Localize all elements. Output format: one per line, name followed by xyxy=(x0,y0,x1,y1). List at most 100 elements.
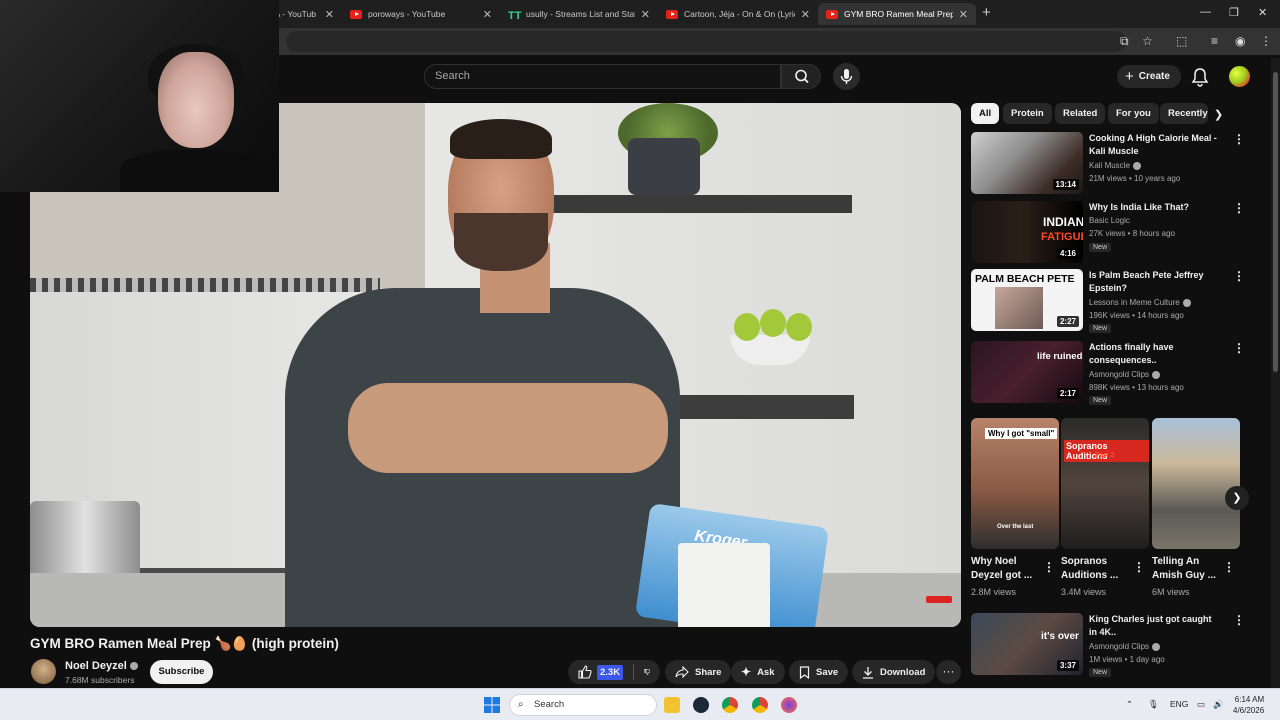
close-icon[interactable]: ✕ xyxy=(801,8,810,21)
short-title[interactable]: Telling An Amish Guy ... xyxy=(1152,555,1224,583)
taskbar-search[interactable]: ⌕ Search xyxy=(509,694,657,716)
recommended-video[interactable]: INDIAN FATIGUE 4:16 Why Is India Like Th… xyxy=(971,201,1245,263)
short-thumbnail[interactable] xyxy=(1152,418,1240,549)
cast-icon[interactable]: ⧉ xyxy=(1120,34,1129,49)
channel-label[interactable]: Lessons in Meme Culture xyxy=(1089,298,1180,307)
kebab-menu-icon[interactable]: ⋮ xyxy=(1043,560,1055,574)
volume-icon[interactable]: 🔊 xyxy=(1213,699,1224,710)
close-icon[interactable]: ✕ xyxy=(483,8,492,21)
extensions-icon[interactable]: ⬚ xyxy=(1176,34,1187,48)
new-tab-button[interactable]: + xyxy=(982,4,991,21)
chevron-right-icon[interactable]: ❯ xyxy=(1214,108,1223,121)
kebab-menu-icon[interactable]: ⋮ xyxy=(1233,132,1245,146)
recommended-video[interactable]: 13:14 Cooking A High Calorie Meal - Kali… xyxy=(971,132,1245,194)
video-thumbnail[interactable]: life ruined 2:17 xyxy=(971,341,1083,403)
recommended-title[interactable]: Actions finally have consequences.. xyxy=(1089,341,1221,367)
kebab-menu-icon[interactable]: ⋮ xyxy=(1133,560,1145,574)
search-button[interactable] xyxy=(781,64,821,89)
recommended-video[interactable]: life ruined 2:17 Actions finally have co… xyxy=(971,341,1245,405)
voice-search-button[interactable] xyxy=(833,63,860,90)
ask-label: Ask xyxy=(757,666,775,678)
kebab-menu-icon[interactable]: ⋮ xyxy=(1233,341,1245,355)
channel-label[interactable]: Kali Muscle xyxy=(1089,161,1130,170)
minimize-icon[interactable]: — xyxy=(1200,6,1211,18)
browser-tab[interactable]: Cartoon, Jéja - On & On (Lyrics) ✕ xyxy=(658,3,818,25)
kebab-menu-icon[interactable]: ⋮ xyxy=(1233,201,1245,215)
video-thumbnail[interactable]: 13:14 xyxy=(971,132,1083,194)
ask-button[interactable]: ✦ Ask xyxy=(731,660,785,684)
video-thumbnail[interactable]: INDIAN FATIGUE 4:16 xyxy=(971,201,1083,263)
address-bar[interactable] xyxy=(286,31,1126,52)
chrome-icon[interactable] xyxy=(722,697,738,713)
browser-tab[interactable]: poroways - YouTube ✕ xyxy=(342,3,500,25)
chip-all[interactable]: All xyxy=(971,103,1000,124)
recommended-channel[interactable]: Basic Logic xyxy=(1089,216,1130,225)
browser-tab[interactable]: TT usully - Streams List and Statistic ✕ xyxy=(500,3,658,25)
restore-icon[interactable]: ❐ xyxy=(1229,6,1239,19)
save-button[interactable]: Save xyxy=(789,660,849,684)
chip-related[interactable]: Related xyxy=(1055,103,1106,124)
bookmark-star-icon[interactable]: ☆ xyxy=(1142,34,1153,48)
channel-label[interactable]: Asmongold Clips xyxy=(1089,642,1149,651)
profile-icon[interactable]: ◉ xyxy=(1235,34,1245,48)
like-button[interactable]: 2.3K xyxy=(578,664,624,680)
chevron-right-icon[interactable]: ❯ xyxy=(1225,486,1249,510)
thumbs-down-icon[interactable] xyxy=(643,665,650,679)
microphone-icon[interactable]: 🎙 xyxy=(1148,699,1159,710)
short-thumbnail[interactable]: Sopranos Auditions Part 2 xyxy=(1061,418,1149,549)
recommended-title[interactable]: Cooking A High Calorie Meal - Kali Muscl… xyxy=(1089,132,1221,158)
channel-label[interactable]: Asmongold Clips xyxy=(1089,370,1149,379)
file-explorer-icon[interactable] xyxy=(664,697,680,713)
taskbar-clock[interactable]: 6:14 AM 4/6/2026 xyxy=(1233,694,1264,716)
search-input[interactable]: Search xyxy=(424,64,781,89)
channel-avatar[interactable] xyxy=(31,659,56,684)
recommended-channel[interactable]: Lessons in Meme Culture xyxy=(1089,298,1191,307)
kebab-menu-icon[interactable]: ⋮ xyxy=(1233,269,1245,283)
media-icon[interactable]: ≡ xyxy=(1211,34,1218,48)
kebab-menu-icon[interactable]: ⋮ xyxy=(1223,560,1235,574)
subscribe-button[interactable]: Subscribe xyxy=(150,660,213,684)
chip-for-you[interactable]: For you xyxy=(1108,103,1159,124)
new-badge: New xyxy=(1089,324,1112,333)
notifications-bell-icon[interactable] xyxy=(1191,67,1209,87)
chevron-up-icon[interactable]: ⌃ xyxy=(1126,699,1133,710)
recommended-title[interactable]: Why Is India Like That? xyxy=(1089,201,1221,214)
close-icon[interactable]: ✕ xyxy=(959,8,968,21)
steam-icon[interactable] xyxy=(693,697,709,713)
short-thumbnail[interactable]: Why I got "small" Over the last xyxy=(971,418,1059,549)
short-title[interactable]: Sopranos Auditions ... xyxy=(1061,555,1133,583)
firefox-icon[interactable] xyxy=(781,697,797,713)
chrome-icon[interactable] xyxy=(752,697,768,713)
recommended-title[interactable]: Is Palm Beach Pete Jeffrey Epstein? xyxy=(1089,269,1221,295)
close-icon[interactable]: ✕ xyxy=(325,8,334,21)
download-button[interactable]: Download xyxy=(852,660,936,684)
account-avatar[interactable] xyxy=(1229,66,1250,87)
more-actions-button[interactable]: ··· xyxy=(936,660,961,684)
recommended-channel[interactable]: Asmongold Clips xyxy=(1089,370,1161,379)
chip-recently[interactable]: Recently xyxy=(1160,103,1208,124)
subscriber-count: 7.68M subscribers xyxy=(65,675,135,685)
close-window-icon[interactable]: ✕ xyxy=(1258,6,1267,19)
video-thumbnail[interactable]: PALM BEACH PETE 2:27 xyxy=(971,269,1083,331)
close-icon[interactable]: ✕ xyxy=(641,8,650,21)
create-button[interactable]: + Create xyxy=(1117,65,1181,88)
chip-protein[interactable]: Protein xyxy=(1003,103,1052,124)
recommended-channel[interactable]: Kali Muscle xyxy=(1089,161,1141,170)
recommended-channel[interactable]: Asmongold Clips xyxy=(1089,642,1161,651)
scrollbar-thumb[interactable] xyxy=(1273,72,1278,372)
channel-name[interactable]: Noel Deyzel xyxy=(65,660,127,672)
channel-name-row[interactable]: Noel Deyzel xyxy=(65,660,138,672)
share-button[interactable]: Share xyxy=(665,660,732,684)
kebab-menu-icon[interactable]: ⋮ xyxy=(1233,613,1245,627)
recommended-title[interactable]: King Charles just got caught in 4K.. xyxy=(1089,613,1221,639)
language-indicator[interactable]: ENG xyxy=(1170,699,1188,709)
short-title[interactable]: Why Noel Deyzel got ... xyxy=(971,555,1043,583)
recommended-video[interactable]: PALM BEACH PETE 2:27 Is Palm Beach Pete … xyxy=(971,269,1245,333)
browser-menu-icon[interactable]: ⋮ xyxy=(1260,34,1272,48)
video-thumbnail[interactable]: it's over 3:37 xyxy=(971,613,1083,675)
recommended-video[interactable]: it's over 3:37 King Charles just got cau… xyxy=(971,613,1245,677)
download-icon xyxy=(863,666,873,679)
network-icon[interactable]: ▭ xyxy=(1197,699,1205,710)
windows-start-icon[interactable] xyxy=(484,697,500,713)
browser-tab-active[interactable]: GYM BRO Ramen Meal Prep 🍗🥚 (h ✕ xyxy=(818,3,976,25)
